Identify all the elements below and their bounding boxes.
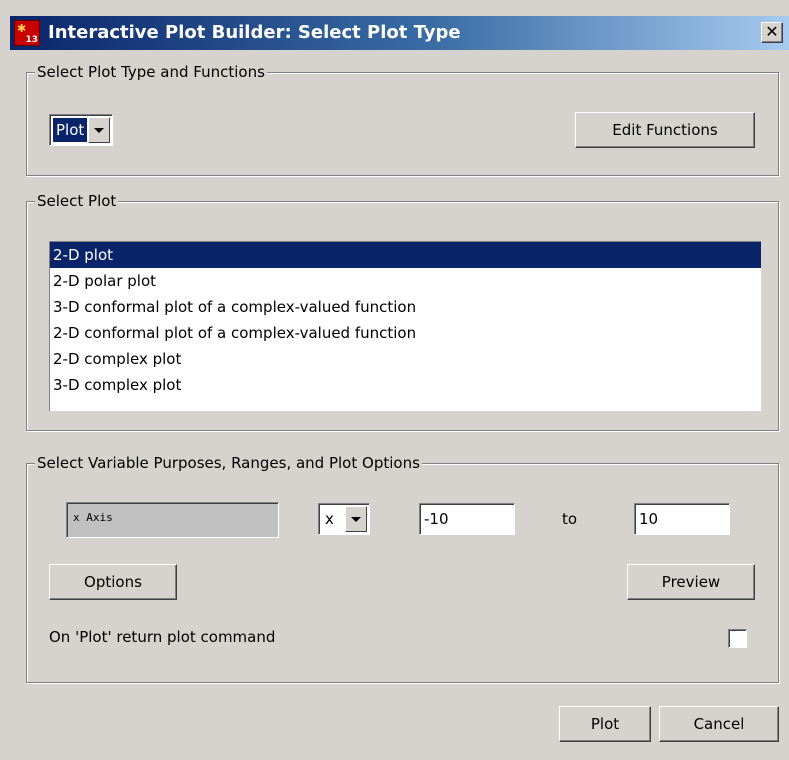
cancel-button[interactable]: Cancel [659,706,779,742]
plot-list-item[interactable]: 2-D conformal plot of a complex-valued f… [50,320,761,346]
select-plot-group-legend: Select Plot [35,192,119,210]
plot-button[interactable]: Plot [559,706,651,742]
window-title: Interactive Plot Builder: Select Plot Ty… [48,22,461,43]
maple-app-icon: ✱ 13 [14,20,40,46]
return-command-checkbox[interactable] [728,629,747,648]
plot-list-item[interactable]: 3-D complex plot [50,372,761,398]
variable-purpose-select[interactable]: x [318,503,370,535]
variables-group-legend: Select Variable Purposes, Ranges, and Pl… [35,454,422,472]
plot-list-item[interactable]: 2-D polar plot [50,268,761,294]
close-icon: ✕ [765,22,779,41]
chevron-down-icon[interactable] [345,506,367,532]
plot-type-group-legend: Select Plot Type and Functions [35,63,267,81]
plot-list-item[interactable]: 2-D plot [50,242,761,268]
variable-name-field: x Axis [66,502,279,538]
range-from-input[interactable]: -10 [419,503,515,535]
plot-list-item[interactable]: 2-D complex plot [50,346,761,372]
plot-builder-window: ✱ 13 Interactive Plot Builder: Select Pl… [0,0,789,760]
return-command-label: On 'Plot' return plot command [49,628,276,646]
close-button[interactable]: ✕ [761,22,783,43]
range-to-label: to [562,510,578,528]
edit-functions-button[interactable]: Edit Functions [575,112,755,148]
options-button[interactable]: Options [49,564,177,600]
preview-button[interactable]: Preview [627,564,755,600]
plot-list-item[interactable]: 3-D conformal plot of a complex-valued f… [50,294,761,320]
title-bar: ✱ 13 Interactive Plot Builder: Select Pl… [10,16,789,50]
plot-list[interactable]: 2-D plot 2-D polar plot 3-D conformal pl… [49,241,761,411]
plot-type-value: Plot [53,118,88,142]
range-to-input[interactable]: 10 [634,503,730,535]
variable-purpose-value: x [325,510,334,528]
chevron-down-icon[interactable] [88,117,110,143]
plot-type-select[interactable]: Plot [49,114,113,146]
